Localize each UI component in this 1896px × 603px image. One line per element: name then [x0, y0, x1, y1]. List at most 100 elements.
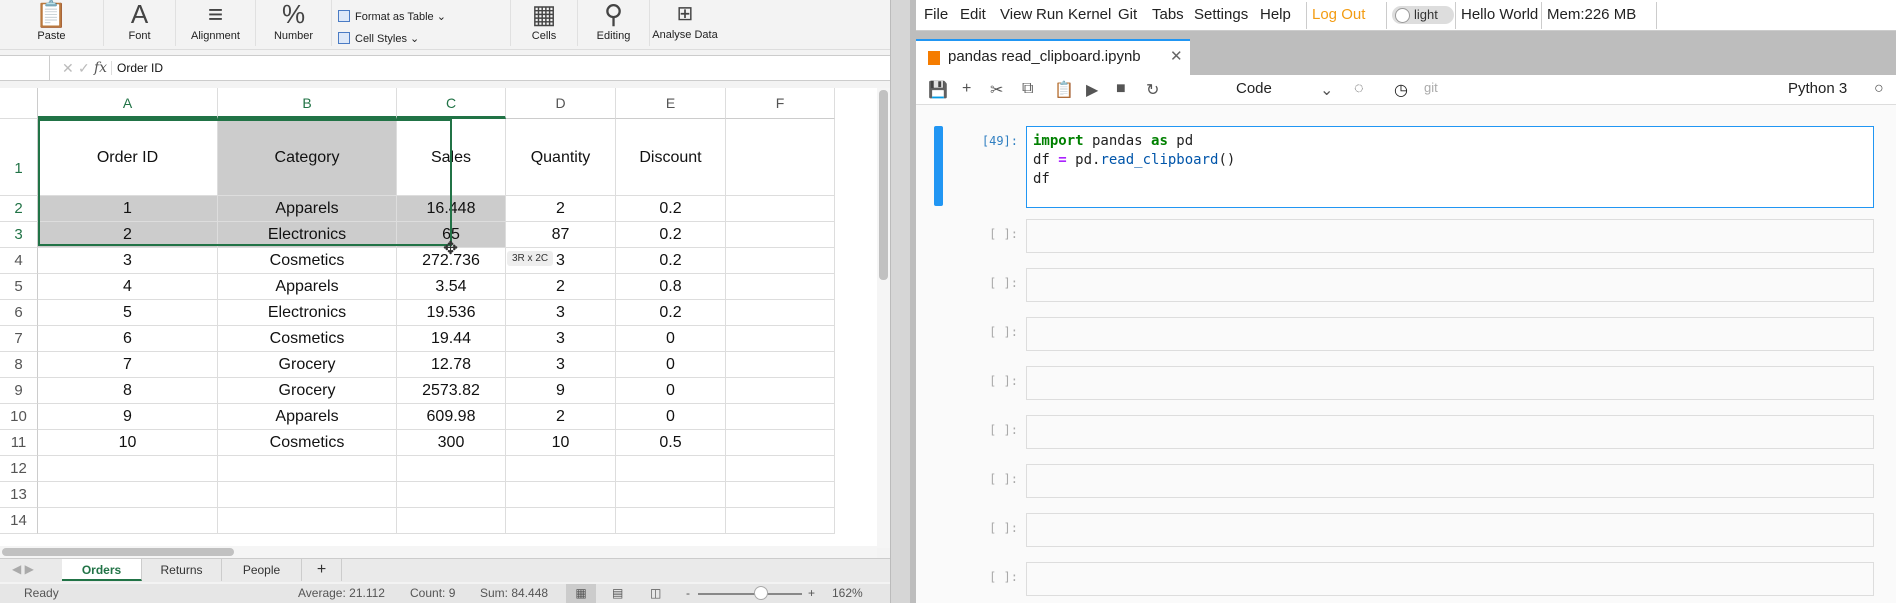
page-layout-icon[interactable]: ▤ [612, 584, 623, 603]
menu-settings[interactable]: Settings [1194, 6, 1248, 23]
cell-B14[interactable] [218, 508, 397, 534]
cell-A6[interactable]: 5 [38, 300, 218, 326]
cell-F11[interactable] [726, 430, 835, 456]
row-header-1[interactable]: 1 [0, 119, 38, 196]
theme-toggle[interactable]: light [1392, 6, 1454, 24]
cell-B8[interactable]: Grocery [218, 352, 397, 378]
code-cell-input[interactable] [1026, 268, 1874, 302]
select-all-corner[interactable] [0, 88, 38, 119]
cancel-icon[interactable]: ✕ [62, 60, 74, 77]
git-button[interactable]: git [1424, 80, 1438, 95]
cell-B11[interactable]: Cosmetics [218, 430, 397, 456]
restart-icon[interactable]: ↻ [1146, 80, 1159, 100]
cell-A2[interactable]: 1 [38, 196, 218, 222]
cell-type-select[interactable]: Code [1236, 80, 1272, 97]
menu-help[interactable]: Help [1260, 6, 1291, 23]
cell-E10[interactable]: 0 [616, 404, 726, 430]
cell-B13[interactable] [218, 482, 397, 508]
cell-F14[interactable] [726, 508, 835, 534]
cell-E1[interactable]: Discount [616, 119, 726, 196]
cell-F5[interactable] [726, 274, 835, 300]
sheet-tab-people[interactable]: People [222, 559, 302, 581]
cell-A9[interactable]: 8 [38, 378, 218, 404]
sheet-tab-orders[interactable]: Orders [62, 559, 142, 581]
cell-B6[interactable]: Electronics [218, 300, 397, 326]
cell-A4[interactable]: 3 [38, 248, 218, 274]
code-editor[interactable]: import pandas as pd df = pd.read_clipboa… [1033, 132, 1235, 189]
code-cell-input[interactable] [1026, 366, 1874, 400]
row-header-10[interactable]: 10 [0, 404, 38, 430]
editing-button[interactable]: ⚲ Editing [578, 0, 650, 46]
cell-E5[interactable]: 0.8 [616, 274, 726, 300]
cell-F9[interactable] [726, 378, 835, 404]
add-cell-icon[interactable]: + [962, 80, 971, 98]
menu-kernel[interactable]: Kernel [1068, 6, 1111, 23]
cell-F4[interactable] [726, 248, 835, 274]
cell-B10[interactable]: Apparels [218, 404, 397, 430]
cell-D13[interactable] [506, 482, 616, 508]
cell-E14[interactable] [616, 508, 726, 534]
cell-A10[interactable]: 9 [38, 404, 218, 430]
cell-A8[interactable]: 7 [38, 352, 218, 378]
cell-B7[interactable]: Cosmetics [218, 326, 397, 352]
cell-E6[interactable]: 0.2 [616, 300, 726, 326]
code-cell-input[interactable] [1026, 317, 1874, 351]
cell-C6[interactable]: 19.536 [397, 300, 506, 326]
font-button[interactable]: A Font [104, 0, 176, 46]
cell-E2[interactable]: 0.2 [616, 196, 726, 222]
save-icon[interactable]: 💾 [928, 80, 948, 100]
cells-button[interactable]: ▦ Cells [510, 0, 578, 46]
close-icon[interactable]: ✕ [1170, 41, 1183, 73]
column-header-D[interactable]: D [506, 88, 616, 119]
cell-F1[interactable] [726, 119, 835, 196]
cell-D1[interactable]: Quantity [506, 119, 616, 196]
cell-C13[interactable] [397, 482, 506, 508]
column-header-A[interactable]: A [38, 88, 218, 119]
code-cell-input[interactable] [1026, 415, 1874, 449]
column-header-C[interactable]: C [397, 88, 506, 119]
cell-D9[interactable]: 9 [506, 378, 616, 404]
cell-F7[interactable] [726, 326, 835, 352]
row-header-14[interactable]: 14 [0, 508, 38, 534]
cell-A7[interactable]: 6 [38, 326, 218, 352]
cell-E8[interactable]: 0 [616, 352, 726, 378]
cell-F10[interactable] [726, 404, 835, 430]
cell-C5[interactable]: 3.54 [397, 274, 506, 300]
cell-B5[interactable]: Apparels [218, 274, 397, 300]
menu-file[interactable]: File [924, 6, 948, 23]
column-header-B[interactable]: B [218, 88, 397, 119]
row-header-11[interactable]: 11 [0, 430, 38, 456]
vertical-scrollbar[interactable] [877, 88, 890, 548]
add-sheet-button[interactable]: + [302, 559, 342, 581]
code-cell-input[interactable] [1026, 464, 1874, 498]
cell-D3[interactable]: 87 [506, 222, 616, 248]
number-button[interactable]: % Number [256, 0, 332, 46]
stop-icon[interactable]: ■ [1116, 80, 1126, 98]
row-header-2[interactable]: 2 [0, 196, 38, 222]
cell-B9[interactable]: Grocery [218, 378, 397, 404]
column-header-E[interactable]: E [616, 88, 726, 119]
cell-A3[interactable]: 2 [38, 222, 218, 248]
clock-icon[interactable]: ◷ [1394, 80, 1408, 100]
zoom-slider-knob[interactable] [754, 586, 768, 600]
cell-F6[interactable] [726, 300, 835, 326]
zoom-slider[interactable] [698, 593, 802, 595]
row-header-3[interactable]: 3 [0, 222, 38, 248]
cell-D5[interactable]: 2 [506, 274, 616, 300]
cut-icon[interactable]: ✂ [990, 80, 1003, 100]
cell-C14[interactable] [397, 508, 506, 534]
cell-A14[interactable] [38, 508, 218, 534]
cell-E12[interactable] [616, 456, 726, 482]
cell-E11[interactable]: 0.5 [616, 430, 726, 456]
row-header-7[interactable]: 7 [0, 326, 38, 352]
copy-icon[interactable]: ⧉ [1022, 80, 1033, 98]
cell-F13[interactable] [726, 482, 835, 508]
cell-D2[interactable]: 2 [506, 196, 616, 222]
cell-A1[interactable]: Order ID [38, 119, 218, 196]
cell-styles-button[interactable]: Cell Styles ⌄ [338, 32, 419, 45]
notebook-tab[interactable]: pandas read_clipboard.ipynb ✕ [916, 39, 1190, 75]
sheet-nav-arrows-icon[interactable]: ◀ ▶ [12, 562, 34, 576]
code-cell-input[interactable]: import pandas as pd df = pd.read_clipboa… [1026, 126, 1874, 208]
alignment-button[interactable]: ≡ Alignment [176, 0, 256, 46]
row-header-4[interactable]: 4 [0, 248, 38, 274]
